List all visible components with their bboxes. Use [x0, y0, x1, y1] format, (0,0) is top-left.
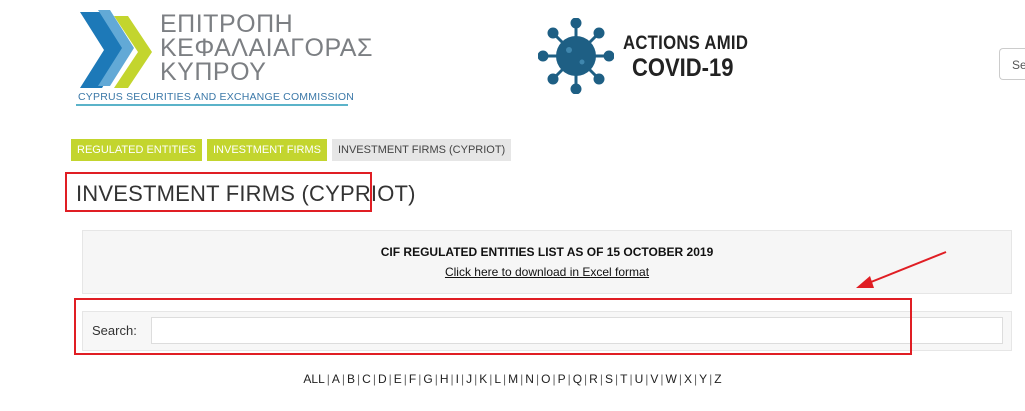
- alphabet-letter-e[interactable]: E: [394, 372, 402, 386]
- virus-icon: [538, 18, 614, 94]
- cysec-logo[interactable]: ΕΠΙΤΡΟΠΗ ΚΕΦΑΛΑΙΑΓΟΡΑΣ ΚΥΠΡΟΥ CYPRUS SEC…: [76, 8, 372, 106]
- alphabet-letter-all[interactable]: ALL: [303, 372, 324, 386]
- alphabet-letter-h[interactable]: H: [440, 372, 449, 386]
- search-row: Search:: [82, 311, 1012, 351]
- covid-banner-line2: COVID-19: [632, 54, 734, 82]
- alphabet-letter-d[interactable]: D: [378, 372, 387, 386]
- alphabet-letter-x[interactable]: X: [684, 372, 692, 386]
- alphabet-letter-c[interactable]: C: [362, 372, 371, 386]
- alphabet-separator: |: [434, 372, 438, 386]
- logo-chevrons-icon: [80, 10, 152, 88]
- covid-banner-line1: ACTIONS AMID: [623, 33, 749, 54]
- title-highlight-box: INVESTMENT FIRMS (CYPRIOT): [65, 172, 416, 212]
- search-input[interactable]: [151, 317, 1003, 344]
- alphabet-separator: |: [341, 372, 346, 386]
- alphabet-letter-m[interactable]: M: [508, 372, 518, 386]
- logo-greek-text: ΕΠΙΤΡΟΠΗ ΚΕΦΑΛΑΙΑΓΟΡΑΣ ΚΥΠΡΟΥ: [160, 10, 373, 86]
- alphabet-letter-p[interactable]: P: [558, 372, 566, 386]
- logo-english-text: CYPRUS SECURITIES AND EXCHANGE COMMISSIO…: [78, 91, 354, 103]
- alphabet-separator: |: [388, 372, 392, 386]
- alphabet-separator: |: [599, 372, 603, 386]
- alphabet-letter-g[interactable]: G: [423, 372, 432, 386]
- alphabet-separator: |: [629, 372, 633, 386]
- alphabet-separator: |: [567, 372, 571, 386]
- logo-underline: [76, 104, 348, 106]
- alphabet-separator: |: [552, 372, 556, 386]
- breadcrumb-investment-firms[interactable]: INVESTMENT FIRMS: [206, 139, 327, 161]
- search-label: Search:: [92, 323, 137, 338]
- alphabet-letter-a[interactable]: A: [332, 372, 340, 386]
- alphabet-letter-y[interactable]: Y: [699, 372, 707, 386]
- covid-banner[interactable]: ACTIONS AMID COVID-19: [538, 18, 758, 94]
- alphabet-letter-w[interactable]: W: [666, 372, 677, 386]
- alphabet-separator: |: [678, 372, 682, 386]
- alphabet-separator: |: [660, 372, 664, 386]
- header-search-text: Se: [1012, 58, 1025, 72]
- alphabet-letter-b[interactable]: B: [347, 372, 355, 386]
- alphabet-letter-q[interactable]: Q: [573, 372, 582, 386]
- alphabet-separator: |: [403, 372, 407, 386]
- breadcrumb: REGULATED ENTITIES INVESTMENT FIRMS INVE…: [71, 139, 512, 161]
- alphabet-letter-s[interactable]: S: [605, 372, 613, 386]
- alphabet-letter-n[interactable]: N: [525, 372, 534, 386]
- alphabet-letter-r[interactable]: R: [589, 372, 598, 386]
- breadcrumb-current: INVESTMENT FIRMS (CYPRIOT): [331, 139, 512, 161]
- alphabet-separator: |: [326, 372, 330, 386]
- page-title: INVESTMENT FIRMS (CYPRIOT): [76, 181, 416, 206]
- annotation-arrow-icon: [856, 251, 947, 288]
- alphabet-separator: |: [372, 372, 376, 386]
- breadcrumb-regulated-entities[interactable]: REGULATED ENTITIES: [71, 139, 202, 161]
- alphabet-separator: |: [450, 372, 454, 386]
- header-search-input[interactable]: Se: [999, 48, 1025, 80]
- alphabet-letter-u[interactable]: U: [635, 372, 644, 386]
- alphabet-filter: ALL | A | B | C | D | E | F | G | H | I | J | K | L | M | N | O | P | Q | R |…: [0, 372, 1025, 386]
- alphabet-letter-z[interactable]: Z: [714, 372, 721, 386]
